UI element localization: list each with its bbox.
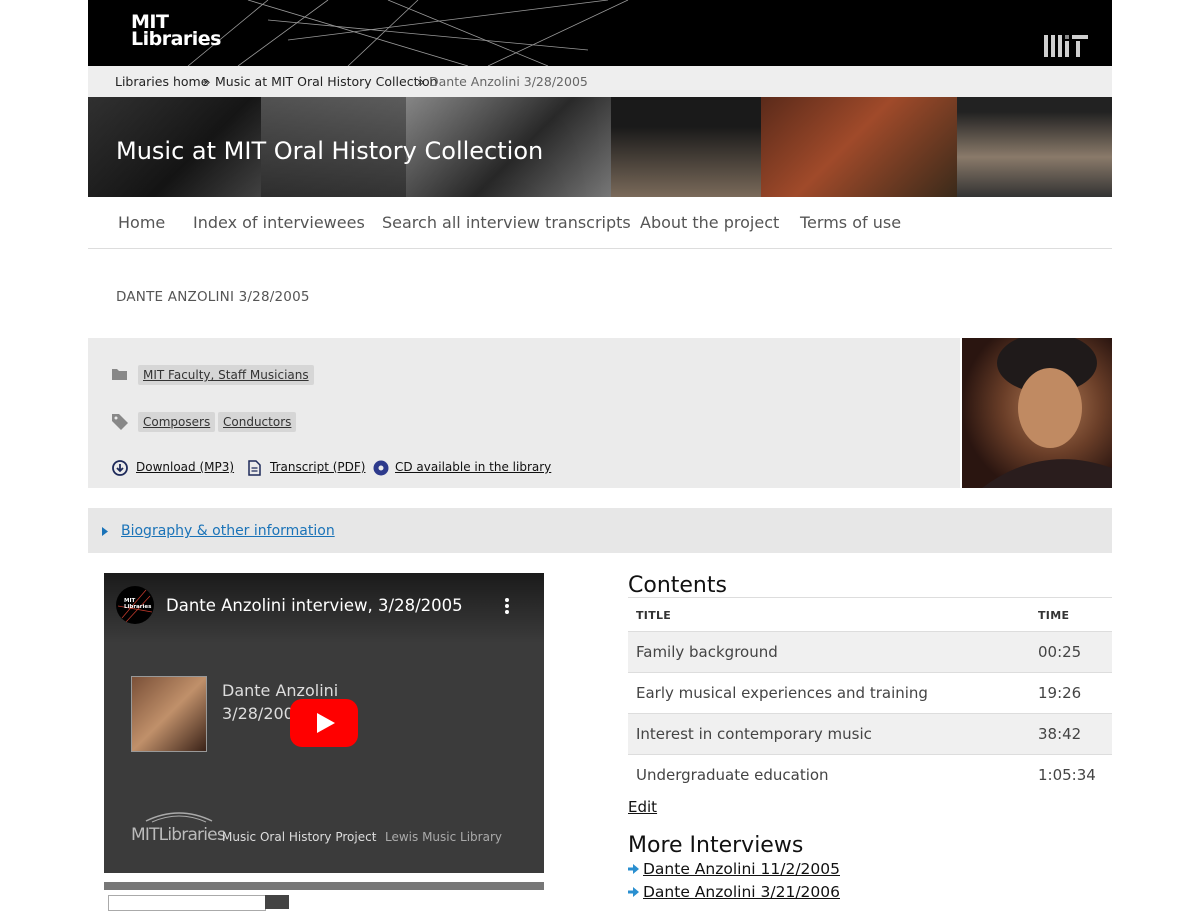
download-mp3-link[interactable]: Download (MP3) [136, 460, 234, 474]
banner-photo [761, 97, 957, 197]
list-item: Dante Anzolini 3/21/2006 [628, 883, 840, 901]
tag-icon [112, 414, 128, 430]
interview-link[interactable]: Dante Anzolini 11/2/2005 [643, 860, 840, 878]
breadcrumb-libraries-home[interactable]: Libraries home [115, 66, 208, 97]
download-icon [112, 460, 128, 476]
interviewee-portrait [962, 338, 1112, 488]
edit-link[interactable]: Edit [628, 798, 657, 816]
mit-libraries-logo[interactable]: MIT Libraries [131, 13, 222, 49]
video-footer-dot: · [373, 830, 377, 844]
breadcrumb-current: Dante Anzolini 3/28/2005 [429, 74, 588, 89]
col-title-header: TITLE [636, 609, 672, 622]
mit-logo-icon[interactable] [1044, 35, 1088, 57]
header-line-art [187, 0, 629, 66]
row-title: Early musical experiences and training [636, 684, 928, 702]
breadcrumb-separator: » [417, 74, 425, 89]
table-row[interactable]: Interest in contemporary music 38:42 [628, 713, 1112, 754]
category-tag[interactable]: MIT Faculty, Staff Musicians [138, 365, 314, 385]
video-footer-library: Lewis Music Library [385, 830, 502, 844]
document-icon [248, 460, 261, 476]
video-footer-project: Music Oral History Project [222, 830, 377, 844]
arrow-right-icon [628, 864, 639, 874]
row-title: Interest in contemporary music [636, 725, 872, 743]
table-row[interactable]: Family background 00:25 [628, 631, 1112, 672]
transcript-toolbar [104, 882, 544, 890]
tag-conductors[interactable]: Conductors [218, 412, 297, 432]
nav-index-of-interviewees[interactable]: Index of interviewees [193, 213, 365, 232]
youtube-video-player[interactable]: MIT Libraries Dante Anzolini interview, 3… [104, 573, 544, 873]
interview-meta: MIT Faculty, Staff Musicians Composers C… [88, 338, 960, 488]
row-time[interactable]: 19:26 [1038, 684, 1081, 702]
site-header: MIT Libraries [88, 0, 1112, 66]
more-interviews-heading: More Interviews [628, 833, 804, 858]
col-time-header: TIME [1038, 609, 1070, 622]
caret-right-icon[interactable] [102, 527, 108, 536]
nav-terms-of-use[interactable]: Terms of use [800, 213, 901, 232]
cd-icon [373, 460, 389, 476]
row-title: Family background [636, 643, 778, 661]
contents-table: TITLE TIME Family background 00:25 Early… [628, 597, 1112, 795]
breadcrumb-separator: » [203, 74, 211, 89]
table-row[interactable]: Undergraduate education 1:05:34 [628, 754, 1112, 795]
channel-avatar[interactable]: MIT Libraries [116, 586, 154, 624]
collection-banner: Music at MIT Oral History Collection [88, 97, 1112, 197]
row-time[interactable]: 1:05:34 [1038, 766, 1096, 784]
breadcrumb-collection[interactable]: Music at MIT Oral History Collection [215, 66, 438, 97]
interview-link[interactable]: Dante Anzolini 3/21/2006 [643, 883, 840, 901]
biography-link[interactable]: Biography & other information [121, 523, 335, 539]
banner-photo [611, 97, 761, 197]
transcript-search-input[interactable] [108, 895, 266, 911]
breadcrumb: Libraries home » Music at MIT Oral Histo… [88, 66, 1112, 97]
nav-about-the-project[interactable]: About the project [640, 213, 779, 232]
table-row[interactable]: Early musical experiences and training 1… [628, 672, 1112, 713]
main-nav: Home Index of interviewees Search all in… [88, 197, 1112, 249]
table-header: TITLE TIME [628, 597, 1112, 631]
cd-available-link[interactable]: CD available in the library [395, 460, 551, 474]
list-item: Dante Anzolini 11/2/2005 [628, 860, 840, 878]
play-button-icon[interactable] [290, 699, 358, 747]
transcript-pdf-link[interactable]: Transcript (PDF) [270, 460, 365, 474]
video-footer-brand: MITLibraries [131, 825, 226, 845]
contents-heading: Contents [628, 573, 727, 598]
banner-title: Music at MIT Oral History Collection [116, 137, 544, 165]
mit-libraries-arc-icon [145, 812, 213, 823]
video-thumbnail [131, 676, 207, 752]
nav-home[interactable]: Home [118, 213, 165, 232]
more-vert-icon[interactable] [504, 597, 510, 615]
transcript-search-button[interactable] [265, 895, 289, 909]
banner-photo [957, 97, 1112, 197]
folder-icon [112, 369, 127, 380]
row-time[interactable]: 38:42 [1038, 725, 1081, 743]
tag-composers[interactable]: Composers [138, 412, 216, 432]
row-title: Undergraduate education [636, 766, 829, 784]
row-time[interactable]: 00:25 [1038, 643, 1081, 661]
arrow-right-icon [628, 887, 639, 897]
nav-search-transcripts[interactable]: Search all interview transcripts [382, 213, 631, 232]
page-title: DANTE ANZOLINI 3/28/2005 [116, 289, 310, 305]
video-title[interactable]: Dante Anzolini interview, 3/28/2005 [166, 596, 463, 615]
